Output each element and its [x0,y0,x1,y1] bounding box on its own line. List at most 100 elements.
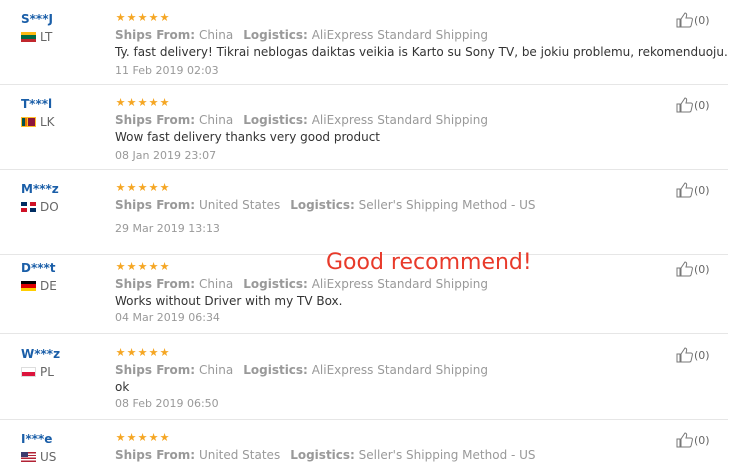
reviewer-country: US [21,450,56,464]
star-icon: ★ [159,11,170,24]
star-icon: ★ [126,431,137,444]
ships-from-label: Ships From: [115,363,196,377]
star-icon: ★ [148,260,159,273]
country-code: DO [40,200,59,214]
helpful-button[interactable]: (0) [676,432,710,448]
thumbs-up-icon[interactable] [676,432,694,448]
helpful-count: (0) [694,13,710,27]
logistics-value: Seller's Shipping Method - US [358,448,536,462]
review-date: 08 Jan 2019 23:07 [115,149,217,162]
ships-from-value: United States [198,198,281,212]
country-code: US [40,450,57,464]
helpful-count: (0) [694,183,710,197]
reviewer-country: DO [21,200,59,214]
star-icon: ★ [126,11,137,24]
helpful-count: (0) [694,348,710,362]
reviewer-name[interactable]: W***z [21,347,60,361]
star-icon: ★ [115,11,126,24]
review-date: 11 Feb 2019 02:03 [115,64,219,77]
star-icon: ★ [126,96,137,109]
reviewer-country: LT [21,30,52,44]
flag-do-icon [21,202,36,212]
logistics-value: AliExpress Standard Shipping [311,277,488,291]
star-icon: ★ [137,11,148,24]
review-text: Works without Driver with my TV Box. [115,294,343,308]
shipping-info: Ships From: China Logistics: AliExpress S… [115,113,488,127]
logistics-label: Logistics: [290,198,355,212]
star-icon: ★ [137,96,148,109]
star-icon: ★ [126,346,137,359]
shipping-info: Ships From: China Logistics: AliExpress S… [115,277,488,291]
star-icon: ★ [137,181,148,194]
star-icon: ★ [115,181,126,194]
star-icon: ★ [148,431,159,444]
star-icon: ★ [126,181,137,194]
shipping-info: Ships From: China Logistics: AliExpress S… [115,28,488,42]
ships-from-label: Ships From: [115,448,196,462]
star-rating: ★★★★★ [115,432,170,444]
shipping-info: Ships From: China Logistics: AliExpress S… [115,363,488,377]
flag-pl-icon [21,367,36,377]
star-rating: ★★★★★ [115,182,170,194]
star-icon: ★ [148,11,159,24]
logistics-label: Logistics: [243,113,308,127]
star-icon: ★ [137,346,148,359]
star-icon: ★ [148,96,159,109]
star-rating: ★★★★★ [115,12,170,24]
reviewer-name[interactable]: M***z [21,182,59,196]
overlay-caption: Good recommend! [326,250,532,275]
review-date: 08 Feb 2019 06:50 [115,397,219,410]
helpful-count: (0) [694,262,710,276]
ships-from-label: Ships From: [115,28,196,42]
logistics-label: Logistics: [243,28,308,42]
helpful-count: (0) [694,433,710,447]
reviewer-country: LK [21,115,55,129]
star-icon: ★ [137,260,148,273]
review-date: 29 Mar 2019 13:13 [115,222,220,235]
review-item: M***z DO ★★★★★ Ships From: United States… [0,170,728,255]
helpful-button[interactable]: (0) [676,182,710,198]
reviewer-name[interactable]: T***l [21,97,52,111]
thumbs-up-icon[interactable] [676,97,694,113]
logistics-value: Seller's Shipping Method - US [358,198,536,212]
ships-from-value: China [198,277,234,291]
helpful-button[interactable]: (0) [676,97,710,113]
logistics-label: Logistics: [243,277,308,291]
star-icon: ★ [159,260,170,273]
logistics-value: AliExpress Standard Shipping [311,28,488,42]
helpful-button[interactable]: (0) [676,12,710,28]
star-rating: ★★★★★ [115,261,170,273]
reviewer-name[interactable]: D***t [21,261,56,275]
star-icon: ★ [159,96,170,109]
reviewer-name[interactable]: S***J [21,12,53,26]
review-text: ok [115,380,130,394]
thumbs-up-icon[interactable] [676,261,694,277]
star-icon: ★ [115,260,126,273]
review-item: W***z PL ★★★★★ Ships From: China Logistic… [0,335,728,420]
ships-from-value: United States [198,448,281,462]
star-icon: ★ [148,346,159,359]
country-code: LK [40,115,55,129]
ships-from-value: China [198,113,234,127]
star-icon: ★ [115,96,126,109]
reviewer-country: DE [21,279,57,293]
star-icon: ★ [137,431,148,444]
logistics-value: AliExpress Standard Shipping [311,363,488,377]
thumbs-up-icon[interactable] [676,347,694,363]
helpful-button[interactable]: (0) [676,347,710,363]
review-date: 04 Mar 2019 06:34 [115,311,220,324]
logistics-label: Logistics: [290,448,355,462]
star-icon: ★ [159,431,170,444]
review-text: Wow fast delivery thanks very good produ… [115,130,380,144]
star-icon: ★ [115,346,126,359]
thumbs-up-icon[interactable] [676,12,694,28]
helpful-button[interactable]: (0) [676,261,710,277]
flag-de-icon [21,281,36,291]
flag-lt-icon [21,32,36,42]
thumbs-up-icon[interactable] [676,182,694,198]
reviewer-name[interactable]: I***e [21,432,52,446]
shipping-info: Ships From: United States Logistics: Sell… [115,198,536,212]
ships-from-label: Ships From: [115,277,196,291]
review-item: I***e US ★★★★★ Ships From: United States… [0,420,728,465]
star-icon: ★ [115,431,126,444]
